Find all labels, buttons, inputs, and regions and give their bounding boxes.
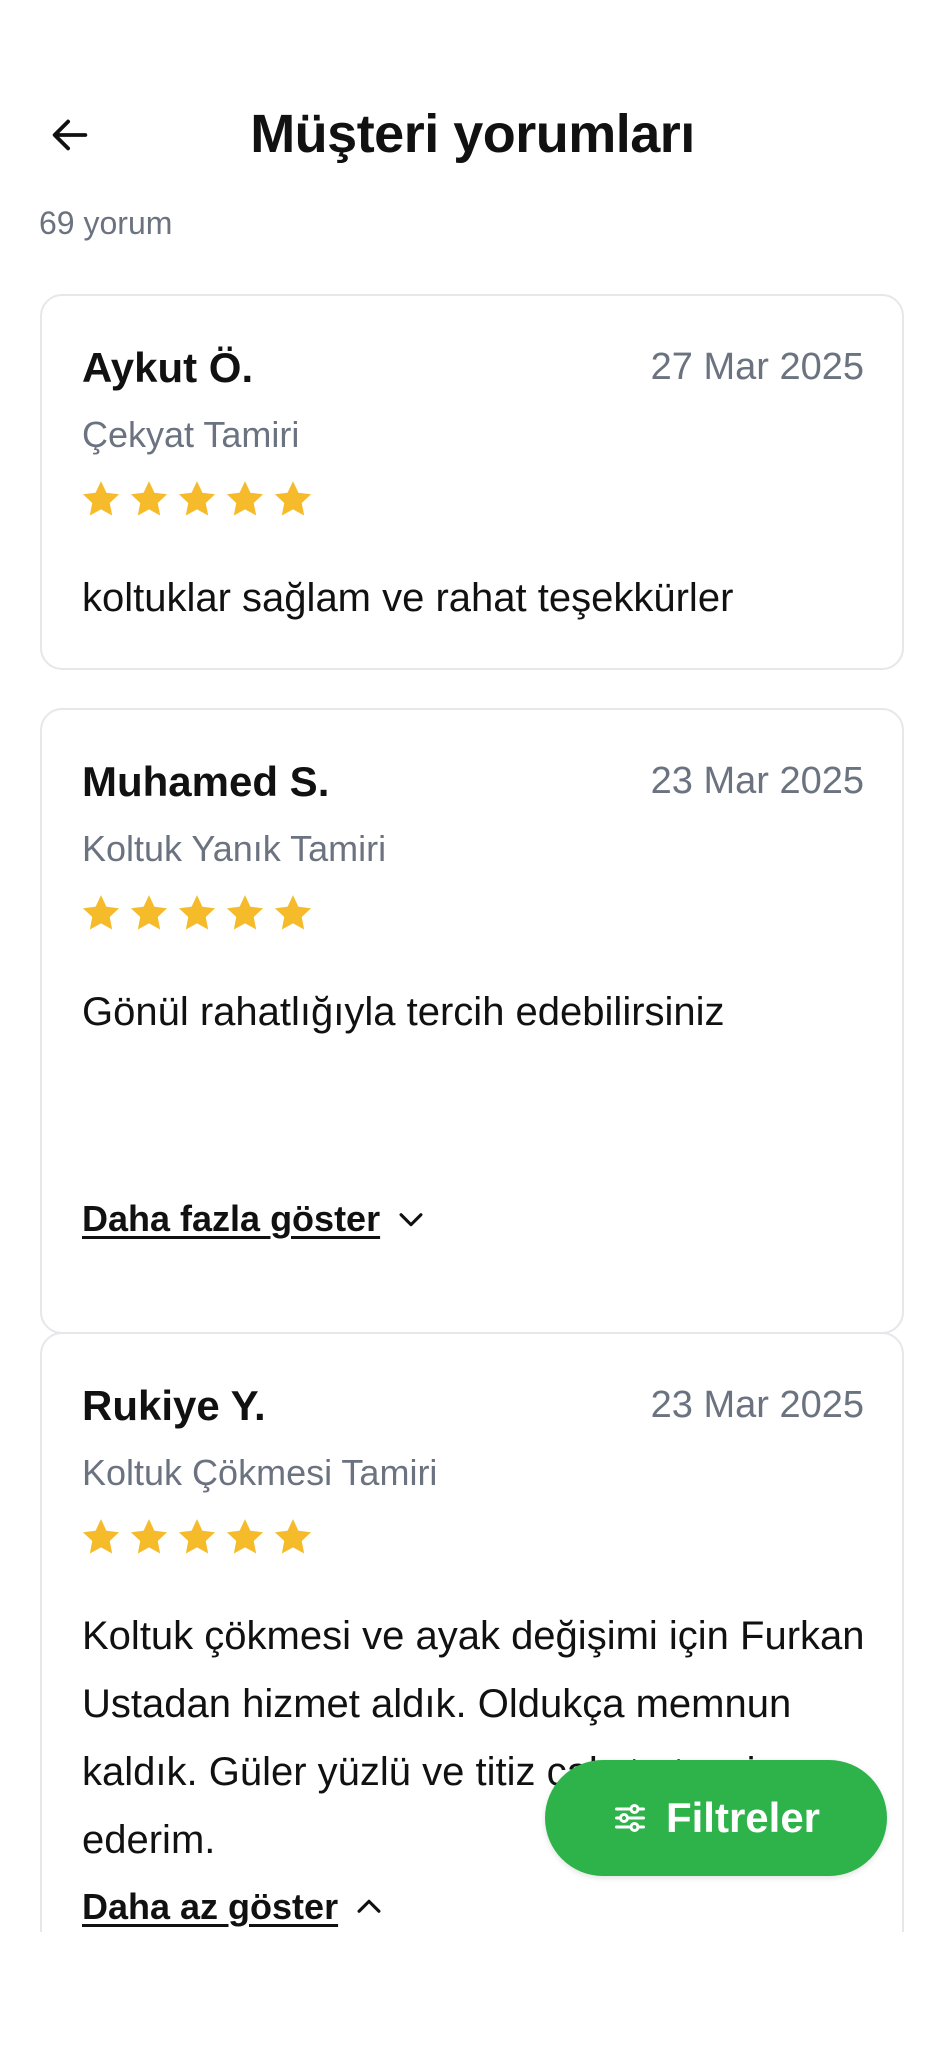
filters-button[interactable]: Filtreler <box>545 1760 887 1876</box>
star-icon <box>80 892 122 934</box>
star-icon <box>128 478 170 520</box>
review-count: 69 yorum <box>39 205 173 241</box>
rating-stars <box>80 1516 314 1558</box>
reviewer-name: Rukiye Y. <box>82 1382 266 1429</box>
star-icon <box>224 1516 266 1558</box>
service-name: Koltuk Yanık Tamiri <box>82 828 387 869</box>
star-icon <box>272 478 314 520</box>
sliders-icon <box>614 1804 645 1832</box>
review-comment: koltuklar sağlam ve rahat teşekkürler <box>82 576 734 620</box>
show-less-button[interactable]: Daha az göster <box>82 1886 386 1928</box>
chevron-down-icon <box>399 1213 423 1227</box>
reviews-list[interactable]: Aykut Ö. 27 Mar 2025 Çekyat Tamiri koltu… <box>0 290 945 1932</box>
header: Müşteri yorumları <box>0 95 945 175</box>
filters-label: Filtreler <box>665 1794 821 1841</box>
show-more-label: Daha fazla göster <box>82 1198 381 1239</box>
reviewer-name: Aykut Ö. <box>82 344 254 391</box>
review-date: 27 Mar 2025 <box>650 346 864 388</box>
service-name: Koltuk Çökmesi Tamiri <box>82 1452 438 1493</box>
show-more-button[interactable]: Daha fazla göster <box>82 1198 428 1240</box>
rating-stars <box>80 892 314 934</box>
star-icon <box>224 892 266 934</box>
star-icon <box>128 1516 170 1558</box>
star-icon <box>176 1516 218 1558</box>
review-card: Aykut Ö. 27 Mar 2025 Çekyat Tamiri koltu… <box>40 294 904 670</box>
service-name: Çekyat Tamiri <box>82 414 300 455</box>
star-icon <box>80 478 122 520</box>
reviewer-name: Muhamed S. <box>82 758 330 805</box>
star-icon <box>176 892 218 934</box>
star-icon <box>272 892 314 934</box>
star-icon <box>224 478 266 520</box>
star-icon <box>176 478 218 520</box>
review-comment: Gönül rahatlığıyla tercih edebilirsiniz <box>82 990 725 1034</box>
show-less-label: Daha az göster <box>82 1886 339 1927</box>
rating-stars <box>80 478 314 520</box>
chevron-up-icon <box>357 1899 381 1913</box>
star-icon <box>128 892 170 934</box>
review-card: Muhamed S. 23 Mar 2025 Koltuk Yanık Tami… <box>40 708 904 1334</box>
review-date: 23 Mar 2025 <box>650 760 864 802</box>
review-date: 23 Mar 2025 <box>650 1384 864 1426</box>
star-icon <box>80 1516 122 1558</box>
star-icon <box>272 1516 314 1558</box>
page-title: Müşteri yorumları <box>250 104 695 164</box>
